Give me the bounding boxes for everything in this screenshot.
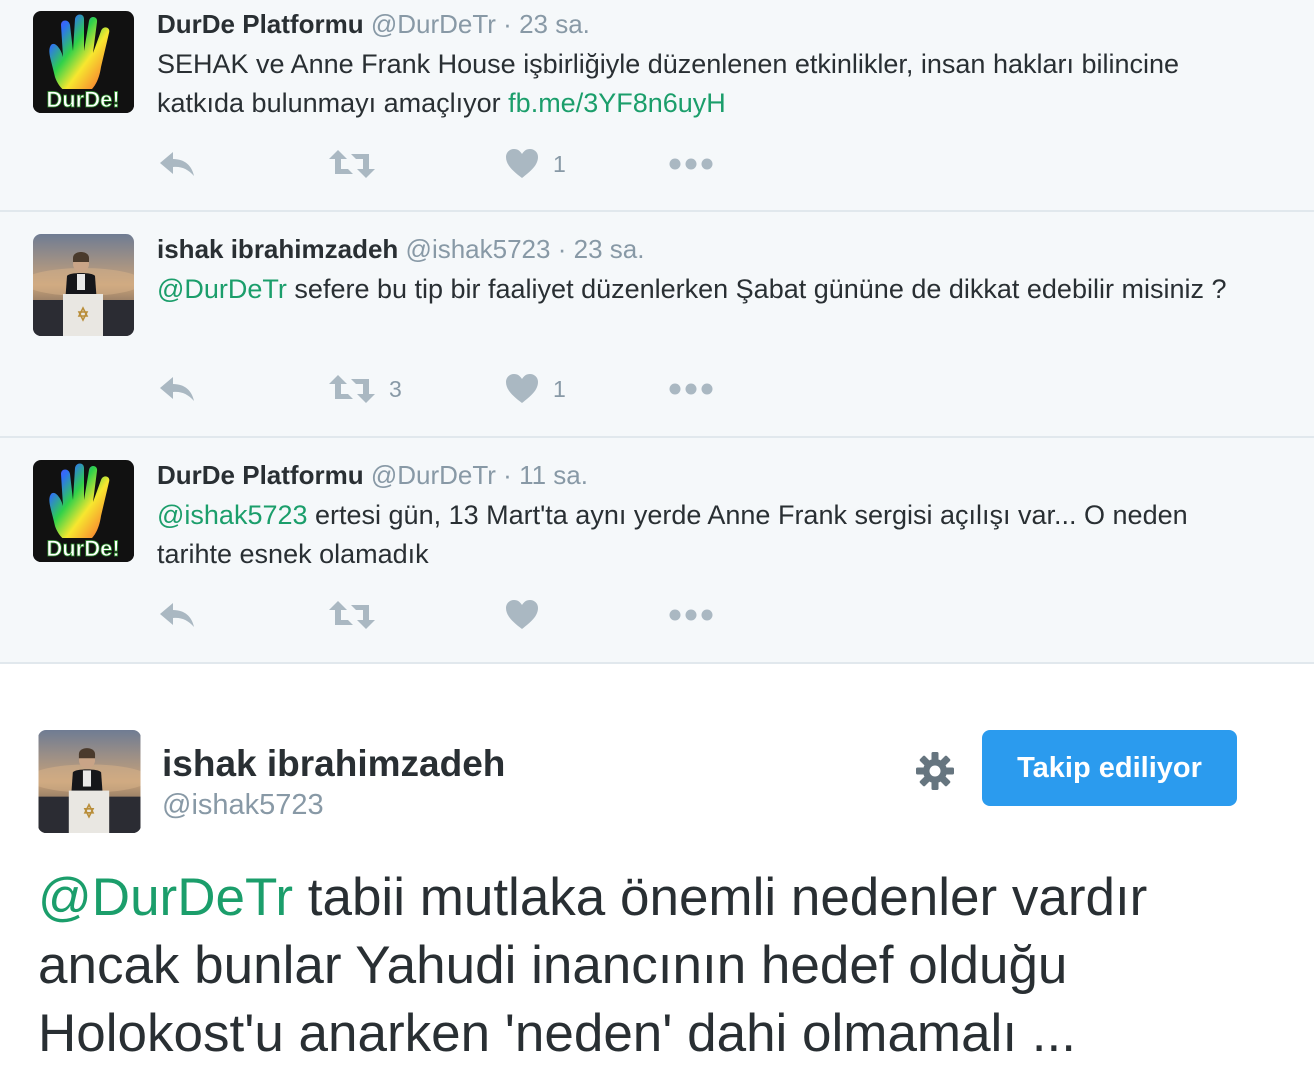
author-handle[interactable]: @ishak5723: [406, 234, 551, 264]
separator: ·: [503, 9, 512, 39]
avatar[interactable]: [33, 11, 134, 113]
tweet-link[interactable]: fb.me/3YF8n6uyH: [508, 88, 726, 118]
avatar[interactable]: [33, 460, 134, 562]
gear-icon: [916, 752, 954, 790]
heart-icon: [506, 600, 538, 629]
reply-icon: [160, 152, 194, 176]
tweet-header: DurDe Platformu @DurDeTr · 23 sa.: [157, 9, 590, 39]
author-name[interactable]: ishak ibrahimzadeh: [162, 744, 505, 784]
mention-link[interactable]: @DurDeTr: [38, 868, 293, 927]
like-count: 1: [553, 375, 566, 402]
more-button[interactable]: [669, 595, 713, 635]
author-handle[interactable]: @DurDeTr: [371, 9, 496, 39]
tweet[interactable]: ishak ibrahimzadeh @ishak5723 · 23 sa. @…: [0, 212, 1314, 438]
reply-button[interactable]: [157, 144, 197, 184]
following-button[interactable]: Takip ediliyor: [982, 730, 1237, 806]
tweet-body: sefere bu tip bir faaliyet düzenlerken Ş…: [286, 274, 1227, 304]
retweet-button[interactable]: [329, 595, 389, 635]
retweet-button[interactable]: 3: [329, 369, 402, 409]
tweet-actions: 3 1: [157, 369, 757, 409]
tweet-body: ertesi gün, 13 Mart'ta aynı yerde Anne F…: [157, 500, 1188, 569]
author-handle[interactable]: @DurDeTr: [371, 460, 496, 490]
reply-icon: [160, 377, 194, 401]
more-icon: [669, 383, 713, 395]
like-button[interactable]: [505, 595, 553, 635]
more-button[interactable]: [669, 369, 713, 409]
separator: ·: [557, 234, 567, 264]
author-name[interactable]: DurDe Platformu: [157, 9, 364, 39]
tweet-actions: [157, 595, 757, 635]
more-icon: [669, 609, 713, 621]
tweet-text: @DurDeTr tabii mutlaka önemli nedenler v…: [38, 864, 1288, 1068]
conversation-thread: DurDe Platformu @DurDeTr · 23 sa. SEHAK …: [0, 0, 1314, 664]
like-count: 1: [553, 150, 566, 177]
tweet-actions: 1: [157, 144, 757, 184]
like-button[interactable]: 1: [505, 369, 566, 409]
tweet-text: SEHAK ve Anne Frank House işbirliğiyle d…: [157, 45, 1267, 123]
retweet-button[interactable]: [329, 144, 389, 184]
tweet-header: DurDe Platformu @DurDeTr · 11 sa.: [157, 460, 588, 490]
retweet-icon: [329, 375, 375, 403]
mention-link[interactable]: @ishak5723: [157, 500, 308, 530]
timestamp[interactable]: 11 sa.: [519, 460, 588, 490]
reply-button[interactable]: [157, 369, 197, 409]
reply-button[interactable]: [157, 595, 197, 635]
tweet-text: @ishak5723 ertesi gün, 13 Mart'ta aynı y…: [157, 496, 1267, 574]
author-handle[interactable]: @ishak5723: [162, 788, 324, 822]
heart-icon: [506, 149, 538, 178]
author-name[interactable]: ishak ibrahimzadeh: [157, 234, 398, 264]
retweet-count: 3: [389, 375, 402, 402]
tweet[interactable]: DurDe Platformu @DurDeTr · 11 sa. @ishak…: [0, 438, 1314, 664]
avatar[interactable]: [38, 730, 141, 833]
timestamp[interactable]: 23 sa.: [519, 9, 590, 39]
tweet-header: ishak ibrahimzadeh @ishak5723 · 23 sa.: [157, 234, 644, 264]
more-icon: [669, 158, 713, 170]
settings-button[interactable]: [912, 748, 958, 794]
separator: ·: [503, 460, 512, 490]
tweet[interactable]: DurDe Platformu @DurDeTr · 23 sa. SEHAK …: [0, 0, 1314, 212]
author-name[interactable]: DurDe Platformu: [157, 460, 364, 490]
like-button[interactable]: 1: [505, 144, 566, 184]
tweet-text: @DurDeTr sefere bu tip bir faaliyet düze…: [157, 270, 1267, 309]
timestamp[interactable]: 23 sa.: [574, 234, 645, 264]
avatar[interactable]: [33, 234, 134, 336]
more-button[interactable]: [669, 144, 713, 184]
retweet-icon: [329, 150, 375, 178]
retweet-icon: [329, 601, 375, 629]
heart-icon: [506, 374, 538, 403]
mention-link[interactable]: @DurDeTr: [157, 274, 287, 304]
permalink-tweet: ishak ibrahimzadeh @ishak5723 Takip edil…: [0, 664, 1314, 1080]
reply-icon: [160, 603, 194, 627]
